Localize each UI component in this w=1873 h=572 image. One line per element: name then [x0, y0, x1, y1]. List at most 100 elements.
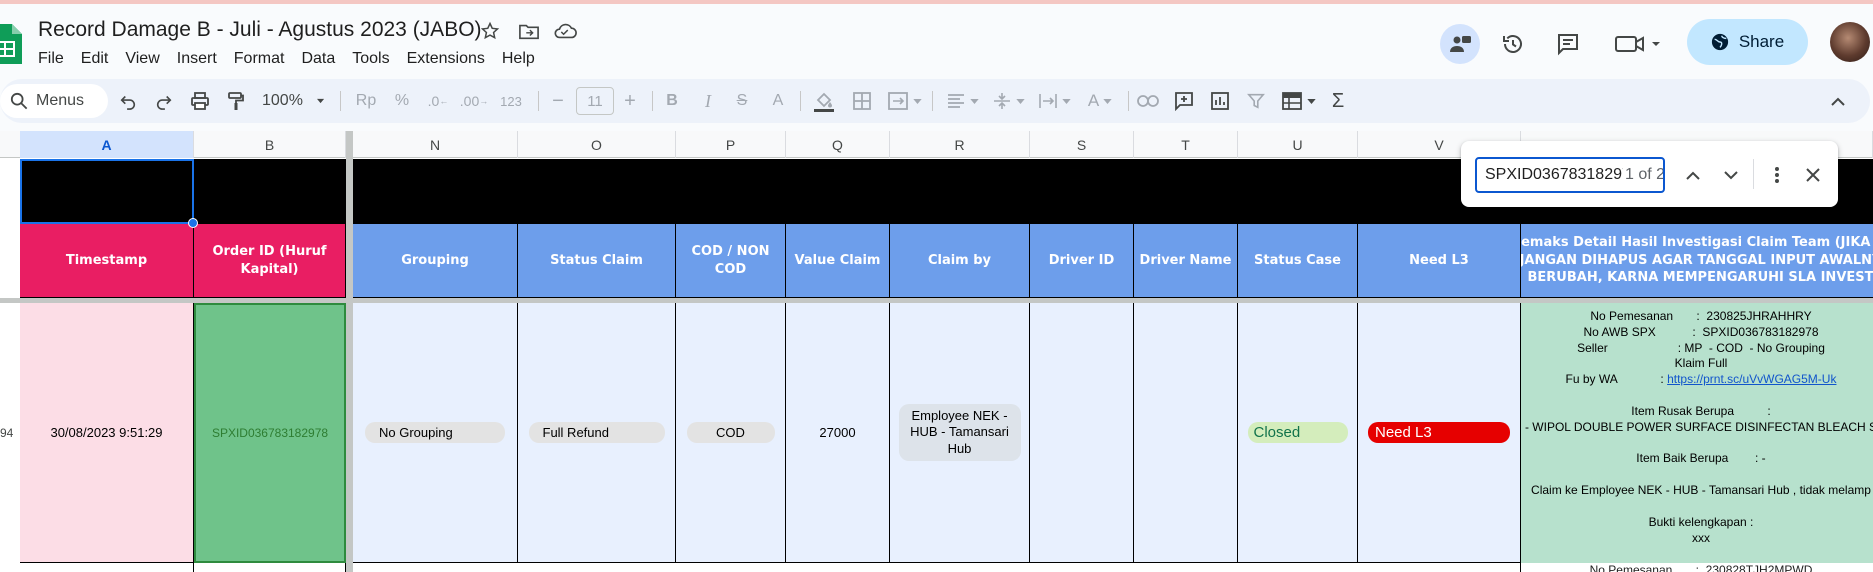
cell-value-claim[interactable]: 27000	[786, 303, 890, 563]
account-avatar[interactable]	[1830, 22, 1870, 62]
row-number[interactable]: 94	[0, 303, 20, 563]
cell-need-l3[interactable]: Need L3	[1358, 303, 1521, 563]
percent-format-button[interactable]: %	[390, 89, 414, 113]
decrease-decimal-button[interactable]: .0 ←	[424, 89, 452, 113]
merge-cells-icon[interactable]	[884, 89, 924, 113]
column-header-o[interactable]: O	[518, 131, 676, 158]
find-next-icon[interactable]	[1717, 161, 1745, 189]
header-status-case[interactable]: Status Case	[1238, 224, 1358, 298]
column-header-a[interactable]: A	[20, 131, 194, 158]
increase-decimal-button[interactable]: .00 →	[460, 89, 488, 113]
cell-driver-name[interactable]	[1134, 303, 1238, 563]
cell-timestamp[interactable]: 30/08/2023 9:51:29	[20, 303, 194, 563]
cell-grouping[interactable]: No Grouping	[353, 303, 518, 563]
next-row-cell[interactable]	[194, 563, 346, 572]
functions-icon[interactable]: Σ	[1326, 89, 1350, 113]
column-header-t[interactable]: T	[1134, 131, 1238, 158]
sheets-logo-icon[interactable]	[0, 24, 22, 64]
header-order-id[interactable]: Order ID (Huruf Kapital)	[194, 224, 346, 298]
menu-edit[interactable]: Edit	[81, 48, 118, 70]
header-driver-id[interactable]: Driver ID	[1030, 224, 1134, 298]
menu-insert[interactable]: Insert	[177, 48, 226, 70]
insert-comment-icon[interactable]	[1172, 89, 1196, 113]
next-row-cell[interactable]	[353, 563, 1521, 572]
menu-tools[interactable]: Tools	[352, 48, 398, 70]
filter-icon[interactable]	[1244, 89, 1268, 113]
comments-icon[interactable]	[1548, 24, 1588, 64]
menu-file[interactable]: File	[38, 48, 73, 70]
version-history-icon[interactable]	[1493, 24, 1533, 64]
grouping-chip[interactable]: No Grouping	[365, 422, 505, 443]
frozen-columns-divider[interactable]	[346, 131, 353, 572]
header-value-claim[interactable]: Value Claim	[786, 224, 890, 298]
undo-icon[interactable]	[116, 89, 140, 113]
header-grouping[interactable]: Grouping	[353, 224, 518, 298]
next-row-remarks[interactable]: No Pemesanan : 230828TJH2MPWD	[1521, 563, 1873, 572]
close-icon[interactable]	[1799, 161, 1827, 189]
column-header-p[interactable]: P	[676, 131, 786, 158]
header-claim-by[interactable]: Claim by	[890, 224, 1030, 298]
cell-cod[interactable]: COD	[676, 303, 786, 563]
cell-status-claim[interactable]: Full Refund	[518, 303, 676, 563]
menu-format[interactable]: Format	[234, 48, 294, 70]
cell-order-id[interactable]: SPXID036783182978	[194, 303, 346, 563]
star-icon[interactable]	[478, 19, 502, 43]
borders-icon[interactable]	[850, 89, 874, 113]
menu-view[interactable]: View	[125, 48, 168, 70]
print-icon[interactable]	[188, 89, 212, 113]
header-cod[interactable]: COD / NON COD	[676, 224, 786, 298]
text-color-icon[interactable]: A	[766, 89, 790, 113]
header-timestamp[interactable]: Timestamp	[20, 224, 194, 298]
cod-chip[interactable]: COD	[686, 422, 775, 443]
filter-views-icon[interactable]	[1278, 89, 1318, 113]
collapse-toolbar-icon[interactable]	[1826, 89, 1850, 113]
remarks-link[interactable]: https://prnt.sc/uVvWGAG5M-Uk	[1667, 372, 1836, 386]
header-need-l3[interactable]: Need L3	[1358, 224, 1521, 298]
redo-icon[interactable]	[152, 89, 176, 113]
header-driver-name[interactable]: Driver Name	[1134, 224, 1238, 298]
currency-format-button[interactable]: Rp	[354, 89, 378, 113]
text-wrapping-icon[interactable]	[1034, 89, 1074, 113]
column-header-u[interactable]: U	[1238, 131, 1358, 158]
header-status-claim[interactable]: Status Claim	[518, 224, 676, 298]
decrease-font-size-icon[interactable]: −	[548, 89, 568, 113]
move-to-folder-icon[interactable]	[517, 19, 541, 43]
bold-icon[interactable]: B	[660, 89, 684, 113]
column-header-q[interactable]: Q	[786, 131, 890, 158]
meet-video-icon[interactable]	[1608, 24, 1668, 64]
zoom-select[interactable]: 100%	[262, 89, 324, 113]
menu-data[interactable]: Data	[301, 48, 344, 70]
status-claim-chip[interactable]: Full Refund	[528, 422, 665, 443]
claim-by-chip[interactable]: Employee NEK - HUB - Tamansari Hub	[898, 404, 1021, 461]
horizontal-align-icon[interactable]	[942, 89, 982, 113]
font-size-input[interactable]: 11	[576, 87, 614, 115]
fill-color-icon[interactable]	[812, 89, 836, 113]
vertical-align-icon[interactable]	[988, 89, 1028, 113]
next-row-cell[interactable]	[20, 563, 194, 572]
cloud-saved-icon[interactable]	[553, 19, 577, 43]
show-all-comments-icon[interactable]	[1440, 24, 1480, 64]
find-input[interactable]: SPXID036783182978 1 of 2	[1475, 157, 1665, 193]
column-header-s[interactable]: S	[1030, 131, 1134, 158]
column-header-n[interactable]: N	[353, 131, 518, 158]
status-case-chip[interactable]: Closed	[1247, 422, 1348, 443]
menus-search[interactable]: Menus	[0, 84, 108, 118]
document-title[interactable]: Record Damage B - Juli - Agustus 2023 (J…	[38, 18, 482, 42]
share-button[interactable]: Share	[1687, 19, 1808, 65]
insert-chart-icon[interactable]	[1208, 89, 1232, 113]
column-header-r[interactable]: R	[890, 131, 1030, 158]
find-previous-icon[interactable]	[1679, 161, 1707, 189]
menu-extensions[interactable]: Extensions	[407, 48, 494, 70]
strikethrough-icon[interactable]: S	[730, 89, 754, 113]
more-options-icon[interactable]	[1763, 161, 1791, 189]
selection-fill-handle[interactable]	[188, 218, 198, 228]
text-rotation-icon[interactable]: A	[1080, 89, 1120, 113]
increase-font-size-icon[interactable]: +	[620, 89, 640, 113]
cell-remarks[interactable]: No Pemesanan : 230825JHRAHHRY No AWB SPX…	[1521, 303, 1873, 563]
cell-claim-by[interactable]: Employee NEK - HUB - Tamansari Hub	[890, 303, 1030, 563]
cell-driver-id[interactable]	[1030, 303, 1134, 563]
number-format-button[interactable]: 123	[496, 89, 526, 113]
menu-help[interactable]: Help	[502, 48, 544, 70]
cell-status-case[interactable]: Closed	[1238, 303, 1358, 563]
need-l3-chip[interactable]: Need L3	[1368, 422, 1510, 443]
